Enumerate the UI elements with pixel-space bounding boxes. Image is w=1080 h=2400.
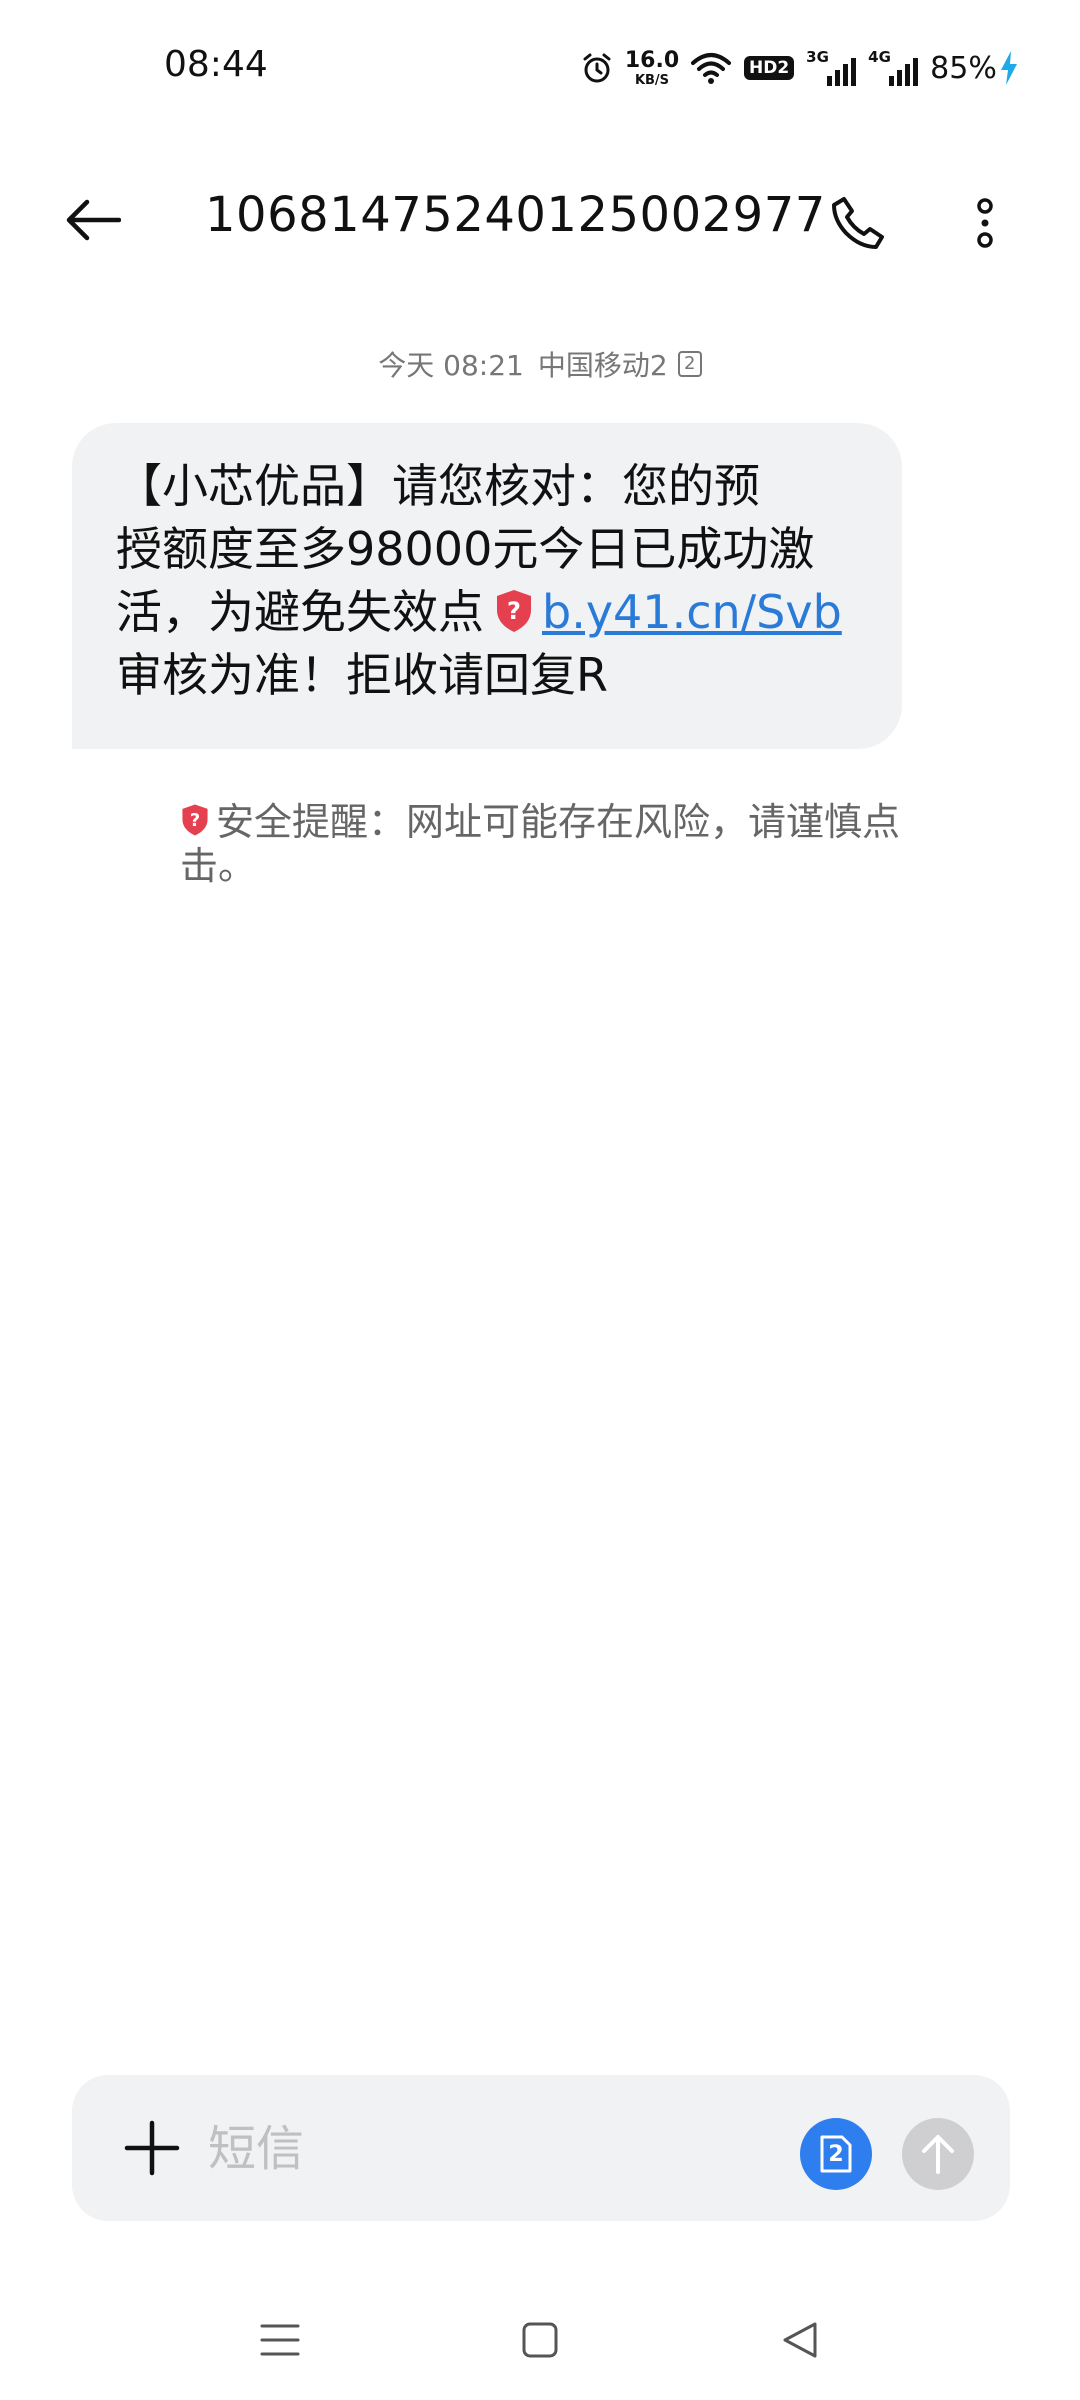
status-time: 08:44 — [164, 44, 268, 85]
triangle-back-icon — [783, 2322, 817, 2358]
net-speed-value: 16.0 — [624, 47, 680, 73]
charging-icon — [1000, 51, 1017, 85]
more-options-button[interactable] — [955, 185, 1015, 261]
system-nav-bar — [0, 2280, 1080, 2400]
send-button[interactable] — [902, 2118, 974, 2190]
phone-icon — [832, 197, 884, 249]
arrow-left-icon — [66, 199, 121, 241]
menu-icon — [260, 2324, 300, 2356]
carrier-label: 中国移动2 — [537, 349, 668, 382]
svg-text:?: ? — [507, 597, 521, 625]
net-speed-unit: KB/S — [634, 72, 670, 88]
risk-shield-icon: ? — [182, 804, 208, 836]
recents-button[interactable] — [240, 2310, 320, 2370]
signal-bars-icon — [827, 58, 857, 86]
status-icons: 16.0 KB/S HD2 3G 4G 85% — [580, 40, 1031, 96]
signal-bars-icon — [889, 58, 919, 86]
message-line: 授额度至多98000元今日已成功激 — [116, 522, 815, 576]
message-line-text: 活，为避免失效点 — [116, 585, 484, 639]
security-warning: ? 安全提醒：网址可能存在风险，请谨慎点击。 — [180, 800, 900, 888]
sim-select-label: 2 — [828, 2141, 844, 2167]
signal-3g: 3G — [806, 48, 857, 88]
sim-select-button[interactable]: 2 — [800, 2118, 872, 2190]
status-bar: 08:44 16.0 KB/S HD2 3G 4G 85% — [0, 0, 1080, 130]
square-icon — [522, 2322, 558, 2358]
message-line: 审核为准！拒收请回复R — [116, 648, 608, 702]
message-input[interactable] — [208, 2111, 838, 2187]
message-line: 活，为避免失效点 ? b.y41.cn/Svb — [116, 581, 864, 644]
home-button[interactable] — [500, 2310, 580, 2370]
back-nav-button[interactable] — [760, 2310, 840, 2370]
svg-text:?: ? — [190, 811, 200, 831]
security-warning-text: 安全提醒：网址可能存在风险，请谨慎点击。 — [180, 800, 901, 888]
alarm-icon — [583, 53, 611, 83]
message-timestamp: 今天 08:21 中国移动2 2 — [0, 344, 1080, 384]
plus-icon — [124, 2120, 180, 2176]
compose-bar: 2 — [72, 2075, 1010, 2221]
message-line: 【小芯优品】请您核对：您的预 — [116, 459, 760, 513]
add-attachment-button[interactable] — [117, 2113, 187, 2183]
message-time: 今天 08:21 — [378, 349, 524, 382]
message-link[interactable]: b.y41.cn/Svb — [542, 585, 842, 639]
conversation-header: 10681475240125002977 — [0, 165, 1080, 275]
wifi-icon — [691, 53, 731, 84]
net-speed: 16.0 KB/S — [624, 47, 680, 88]
risk-shield-icon: ? — [497, 590, 531, 632]
battery-level: 85% — [930, 50, 997, 86]
signal-4g: 4G — [868, 48, 919, 88]
more-vertical-icon — [977, 198, 993, 248]
message-bubble[interactable]: 【小芯优品】请您核对：您的预 授额度至多98000元今日已成功激 活，为避免失效… — [72, 423, 902, 749]
contact-number: 10681475240125002977 — [205, 187, 826, 243]
call-button[interactable] — [820, 185, 896, 261]
back-button[interactable] — [58, 190, 128, 250]
hd-badge: HD2 — [744, 56, 795, 80]
arrow-up-icon — [922, 2135, 954, 2174]
sim-icon: 2 — [677, 351, 702, 377]
